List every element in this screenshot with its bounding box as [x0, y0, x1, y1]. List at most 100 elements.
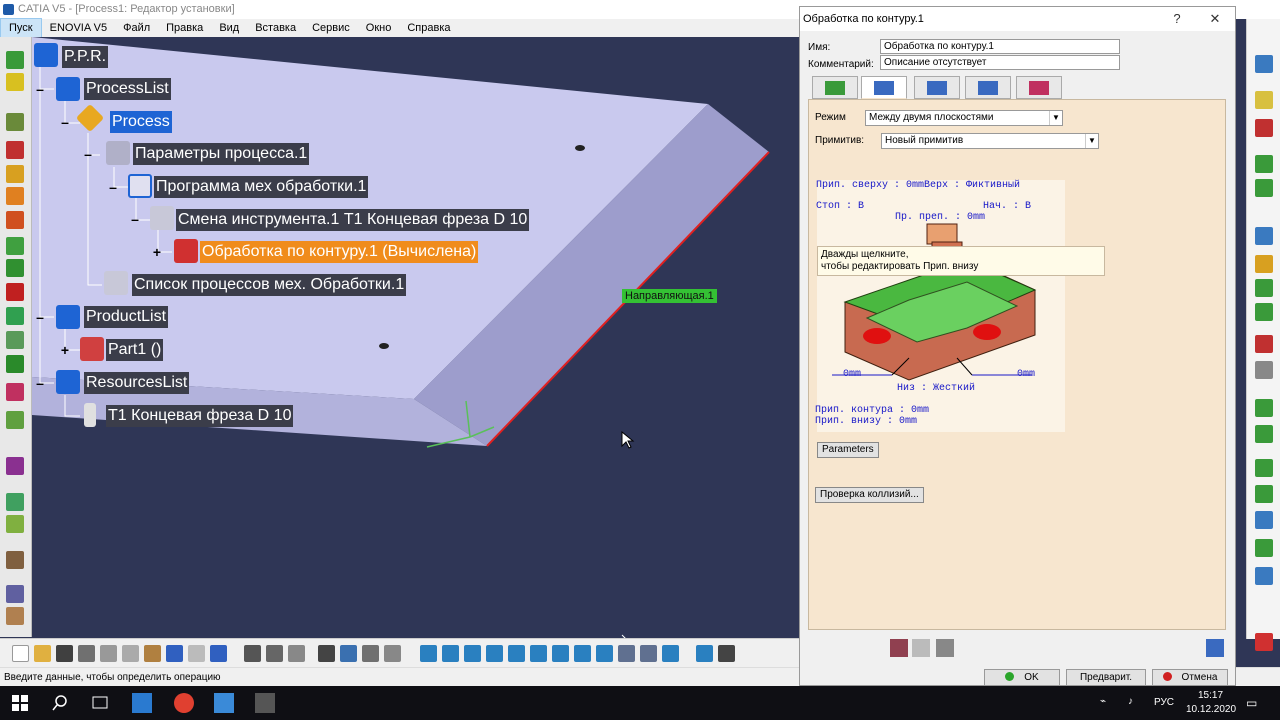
- knowledge-icon[interactable]: [288, 644, 305, 662]
- primitive-combo[interactable]: Новый примитив ▼: [881, 133, 1099, 149]
- tab-tool[interactable]: [914, 76, 960, 99]
- top-allowance-text[interactable]: Прип. сверху : 0mmВерх : Фиктивный: [816, 180, 1020, 191]
- menu-tools[interactable]: Сервис: [304, 19, 358, 37]
- tool-change-icon[interactable]: [6, 607, 24, 625]
- facing-icon[interactable]: [6, 259, 24, 277]
- volume-icon[interactable]: ♪: [1128, 696, 1133, 707]
- menu-enovia[interactable]: ENOVIA V5: [42, 19, 115, 37]
- tab-strategy[interactable]: [812, 76, 858, 99]
- material-icon[interactable]: [696, 644, 713, 662]
- rt-icon-18[interactable]: [1255, 567, 1273, 585]
- tab-macros[interactable]: [1016, 76, 1062, 99]
- bottom-text[interactable]: Низ : Жесткий: [897, 383, 975, 394]
- rt-icon-13[interactable]: [1255, 425, 1273, 443]
- simulate-icon[interactable]: [912, 639, 930, 657]
- tab-geometry[interactable]: [861, 76, 907, 99]
- tool-path-icon[interactable]: [6, 383, 24, 401]
- menu-help[interactable]: Справка: [399, 19, 458, 37]
- save-icon[interactable]: [56, 644, 73, 662]
- menu-file[interactable]: Файл: [115, 19, 158, 37]
- drill-icon[interactable]: [6, 113, 24, 131]
- comment-field[interactable]: Описание отсутствует: [880, 55, 1120, 70]
- menu-edit[interactable]: Правка: [158, 19, 211, 37]
- point-to-point-icon[interactable]: [6, 355, 24, 373]
- lock-icon[interactable]: [362, 644, 379, 662]
- catia-taskbar-icon[interactable]: [255, 693, 275, 713]
- clock-time[interactable]: 15:17: [1198, 690, 1223, 701]
- chrome-icon[interactable]: [174, 693, 194, 713]
- formula-icon[interactable]: [244, 644, 261, 662]
- rt-icon-4[interactable]: [1255, 155, 1273, 173]
- zoom-out-icon[interactable]: [530, 644, 547, 662]
- right-dim-text[interactable]: 0mm: [1017, 369, 1035, 380]
- rt-icon-16[interactable]: [1255, 511, 1273, 529]
- menu-start[interactable]: Пуск: [0, 18, 42, 38]
- language-indicator[interactable]: РУС: [1154, 697, 1174, 708]
- tap-icon[interactable]: [6, 141, 24, 159]
- expand-icon[interactable]: +: [60, 343, 70, 357]
- search-icon[interactable]: [50, 693, 70, 713]
- comment-icon[interactable]: [266, 644, 283, 662]
- network-icon[interactable]: ⌁: [1100, 696, 1106, 707]
- menu-view[interactable]: Вид: [211, 19, 247, 37]
- rt-icon-10[interactable]: [1255, 335, 1273, 353]
- pocketing-icon[interactable]: [6, 237, 24, 255]
- rt-icon-1[interactable]: [1255, 55, 1273, 73]
- windows-start-icon[interactable]: [10, 693, 30, 713]
- tree-node-process-list-item[interactable]: Список процессов мех. Обработки.1: [132, 274, 407, 296]
- tab-feeds[interactable]: [965, 76, 1011, 99]
- tree-node-product-list[interactable]: ProductList: [84, 306, 169, 328]
- rt-icon-5[interactable]: [1255, 179, 1273, 197]
- program-icon[interactable]: [6, 73, 24, 91]
- reaming-icon[interactable]: [6, 187, 24, 205]
- clock-date[interactable]: 10.12.2020: [1186, 704, 1236, 715]
- collision-check-button[interactable]: Проверка коллизий...: [815, 487, 924, 503]
- cancel-button[interactable]: Отмена: [1152, 669, 1228, 686]
- stop-text[interactable]: Стоп : В: [816, 201, 864, 212]
- zoom-in-icon[interactable]: [508, 644, 525, 662]
- new-icon[interactable]: [12, 644, 29, 662]
- tree-node-tool-change[interactable]: Смена инструмента.1 T1 Концевая фреза D …: [176, 209, 530, 231]
- expand-icon[interactable]: +: [152, 245, 162, 259]
- table-icon[interactable]: [318, 644, 335, 662]
- swap-space-icon[interactable]: [662, 644, 679, 662]
- menu-insert[interactable]: Вставка: [247, 19, 304, 37]
- parameters-button[interactable]: Parameters: [817, 442, 879, 458]
- rt-icon-2[interactable]: [1255, 91, 1273, 109]
- diagram-area[interactable]: Прип. сверху : 0mmВерх : Фиктивный Стоп …: [815, 180, 1065, 432]
- print-icon[interactable]: [78, 644, 95, 662]
- notification-icon[interactable]: ▭: [1246, 696, 1257, 710]
- rt-icon-14[interactable]: [1255, 459, 1273, 477]
- task-view-icon[interactable]: [90, 693, 110, 713]
- paste-icon[interactable]: [144, 644, 161, 662]
- mode-combo[interactable]: Между двумя плоскостями ▼: [865, 110, 1063, 126]
- counterbore-icon[interactable]: [6, 211, 24, 229]
- multi-view-icon[interactable]: [574, 644, 591, 662]
- tree-node-ppr[interactable]: P.P.R.: [62, 46, 109, 68]
- contour-allowance-text[interactable]: Прип. контура : 0mm: [815, 405, 929, 416]
- export-icon[interactable]: [1206, 639, 1224, 657]
- collapse-icon[interactable]: –: [108, 180, 118, 194]
- bottom-allowance-text[interactable]: Прип. внизу : 0mm: [815, 416, 917, 427]
- iso-view-icon[interactable]: [596, 644, 613, 662]
- rt-icon-11[interactable]: [1255, 361, 1273, 379]
- tree-node-part[interactable]: Part1 (): [106, 339, 164, 361]
- tree-node-tool[interactable]: T1 Концевая фреза D 10: [106, 405, 294, 427]
- calculator-icon[interactable]: [132, 693, 152, 713]
- rt-icon-3[interactable]: [1255, 119, 1273, 137]
- tree-node-contour-operation[interactable]: Обработка по контуру.1 (Вычислена): [200, 241, 479, 263]
- collapse-icon[interactable]: –: [83, 147, 93, 161]
- menu-window[interactable]: Окно: [358, 19, 400, 37]
- rt-icon-12[interactable]: [1255, 399, 1273, 417]
- open-icon[interactable]: [34, 644, 51, 662]
- left-dim-text[interactable]: 0mm: [843, 369, 861, 380]
- redo-icon[interactable]: [188, 644, 205, 662]
- transition-icon[interactable]: [6, 551, 24, 569]
- area-icon[interactable]: [6, 515, 24, 533]
- groove-icon[interactable]: [6, 331, 24, 349]
- tree-node-machining-program[interactable]: Программа мех обработки.1: [154, 176, 369, 198]
- rt-icon-17[interactable]: [1255, 539, 1273, 557]
- check-icon[interactable]: [936, 639, 954, 657]
- collapse-icon[interactable]: –: [60, 115, 70, 129]
- fly-icon[interactable]: [420, 644, 437, 662]
